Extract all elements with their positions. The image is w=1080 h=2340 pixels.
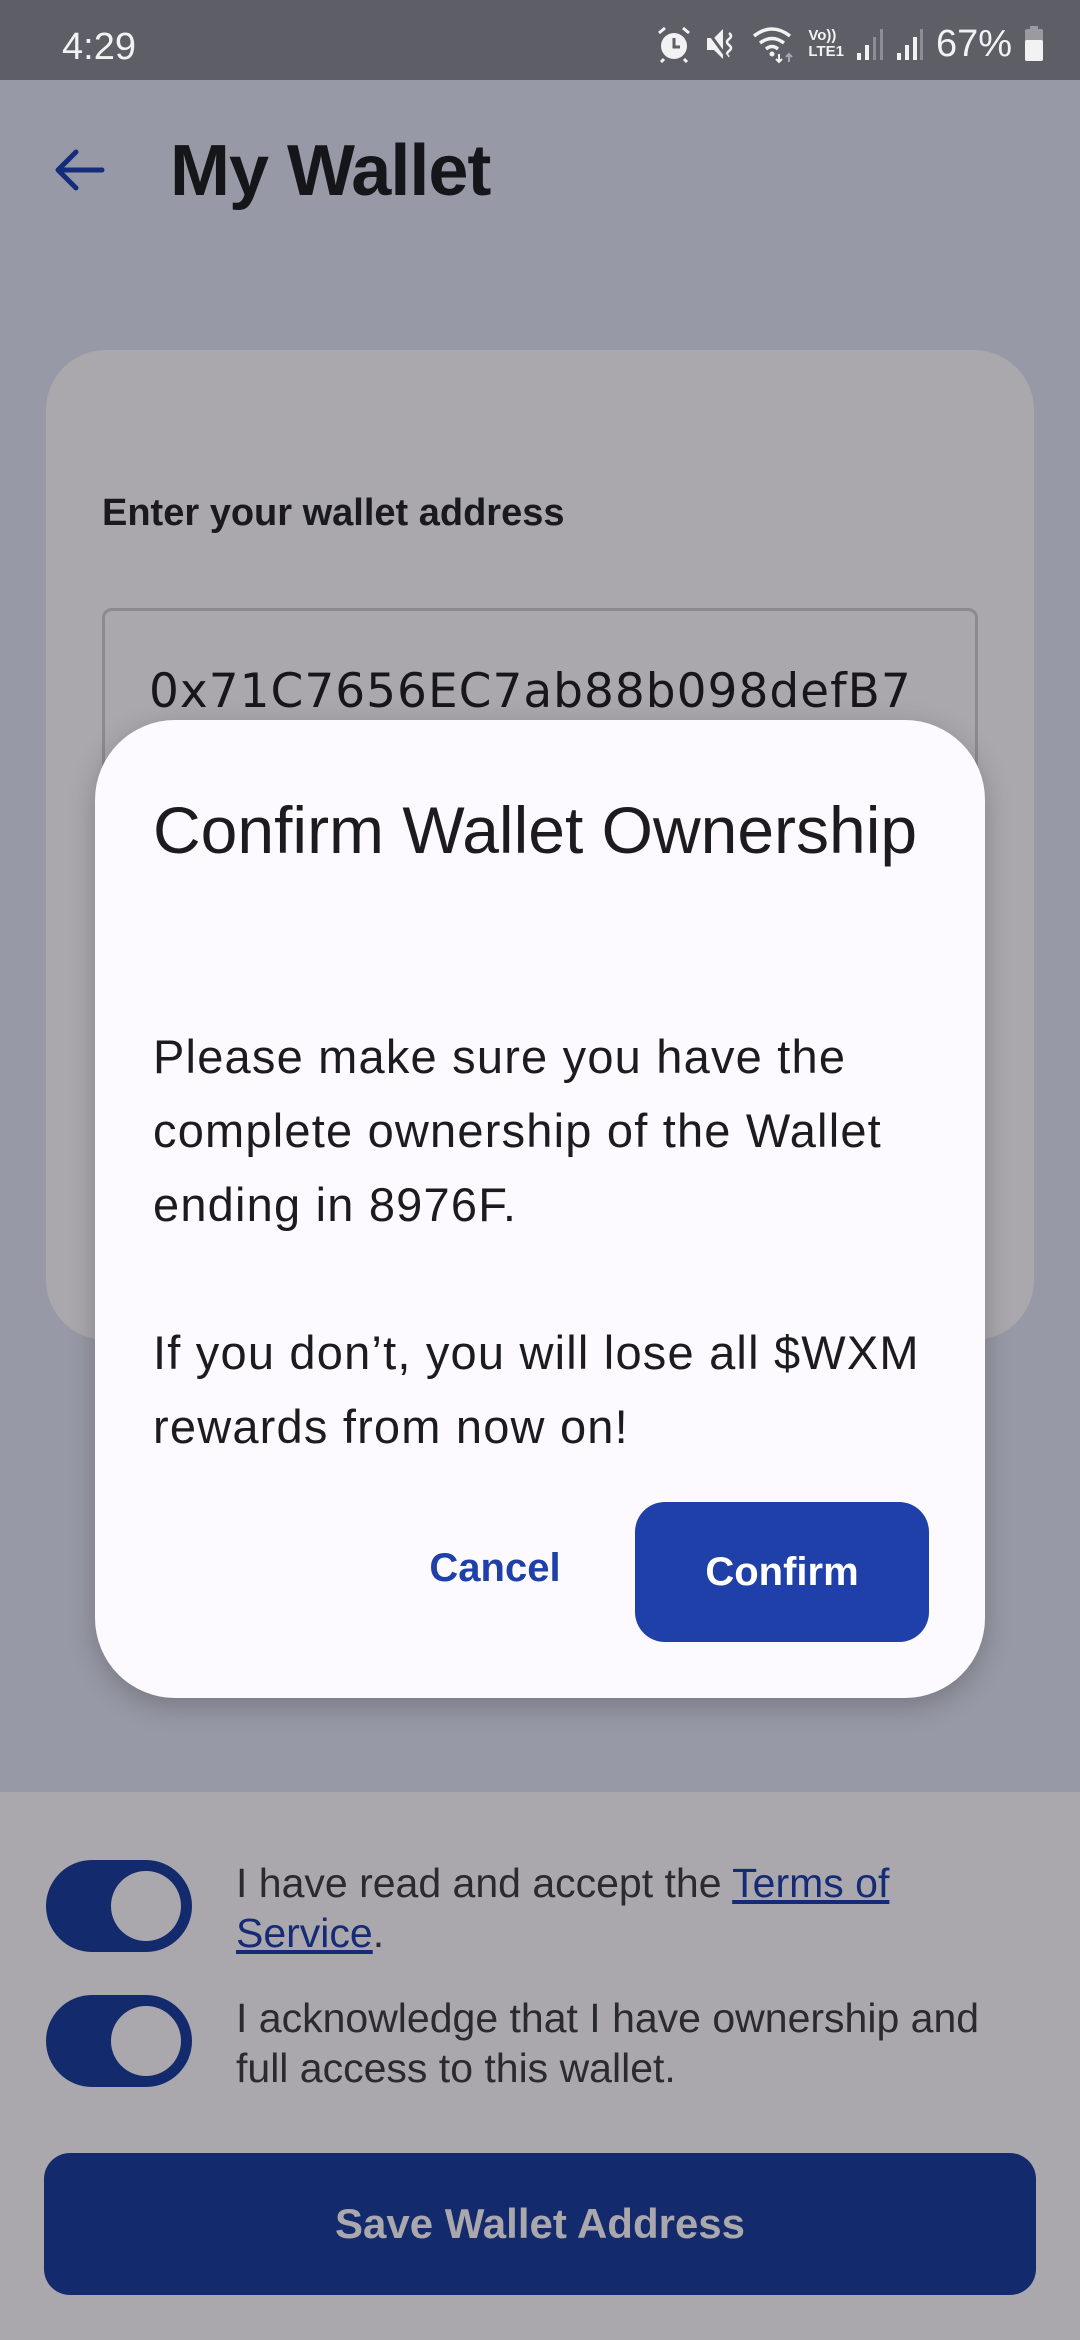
battery-icon bbox=[1024, 26, 1044, 62]
ownership-agreement-text: I acknowledge that I have ownership and … bbox=[236, 1995, 980, 2091]
bottom-panel: I have read and accept the Terms of Serv… bbox=[0, 1792, 1080, 2340]
dialog-body: Please make sure you have the complete o… bbox=[153, 1020, 943, 1464]
confirm-button[interactable]: Confirm bbox=[635, 1502, 929, 1642]
terms-agreement-text: I have read and accept the Terms of Serv… bbox=[236, 1860, 890, 1956]
dialog-body-paragraph: If you don’t, you will lose all $WXM rew… bbox=[153, 1326, 920, 1453]
signal-icon bbox=[896, 27, 924, 61]
save-wallet-address-button[interactable]: Save Wallet Address bbox=[44, 2153, 1036, 2295]
terms-toggle[interactable] bbox=[46, 1860, 192, 1952]
vibrate-mute-icon bbox=[704, 25, 740, 63]
confirm-ownership-dialog: Confirm Wallet Ownership Please make sur… bbox=[95, 720, 985, 1698]
wallet-address-label: Enter your wallet address bbox=[102, 492, 565, 534]
dialog-body-paragraph: Please make sure you have the complete o… bbox=[153, 1030, 882, 1231]
status-bar: 4:29 Vo)) LTE1 67% bbox=[0, 0, 1080, 80]
toggle-thumb bbox=[111, 1871, 181, 1941]
ownership-agreement-row: I acknowledge that I have ownership and … bbox=[46, 1995, 1036, 2093]
alarm-icon bbox=[656, 25, 692, 63]
signal-icon bbox=[856, 27, 884, 61]
status-icons: Vo)) LTE1 67% bbox=[656, 22, 1044, 66]
battery-percent: 67% bbox=[935, 22, 1012, 65]
page-title: My Wallet bbox=[170, 131, 491, 211]
cancel-button[interactable]: Cancel bbox=[385, 1498, 605, 1638]
arrow-left-icon[interactable] bbox=[52, 142, 108, 198]
ownership-toggle[interactable] bbox=[46, 1995, 192, 2087]
status-time: 4:29 bbox=[62, 26, 136, 68]
volte-icon: Vo)) LTE1 bbox=[808, 27, 844, 60]
wifi-icon bbox=[752, 24, 796, 64]
dialog-title: Confirm Wallet Ownership bbox=[153, 793, 918, 867]
terms-agreement-row: I have read and accept the Terms of Serv… bbox=[46, 1860, 1036, 1958]
toggle-thumb bbox=[111, 2006, 181, 2076]
